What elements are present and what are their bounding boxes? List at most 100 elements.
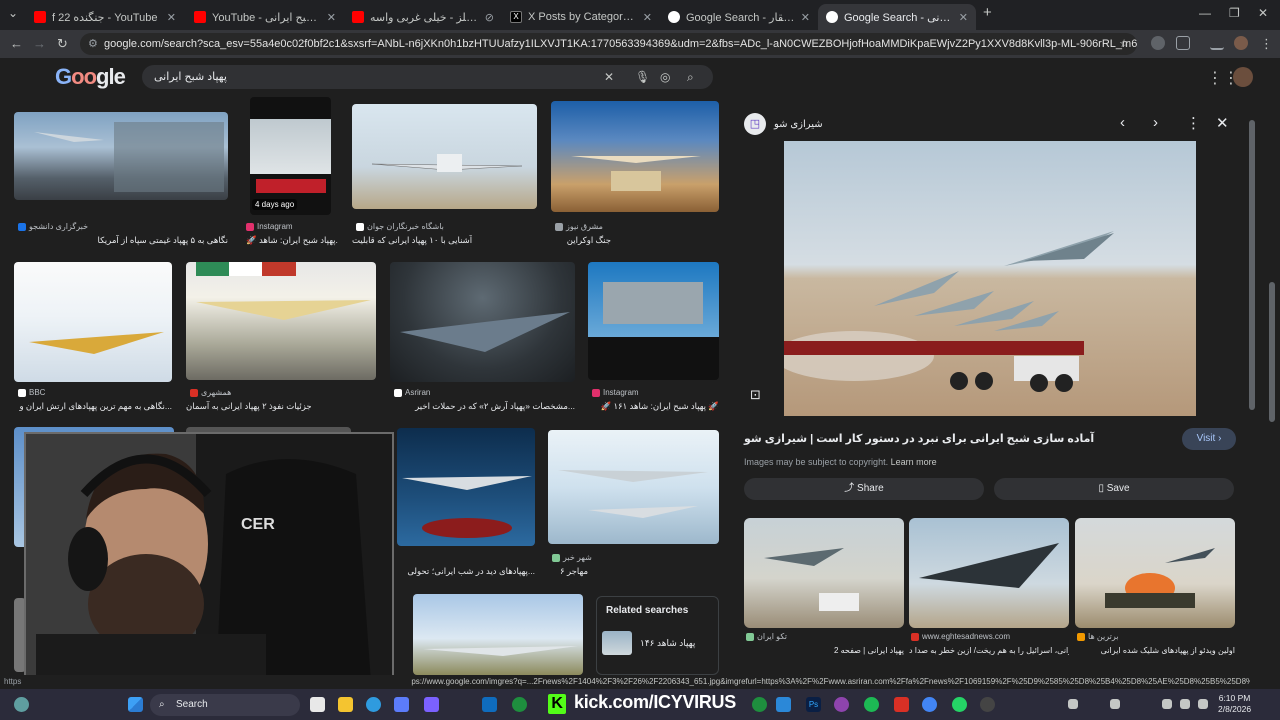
- preview-main-image[interactable]: [784, 141, 1196, 416]
- result-caption[interactable]: آشنایی با ۱۰ پهپاد ایرانی که قابلیت...: [352, 235, 472, 246]
- app-icon[interactable]: [834, 697, 849, 712]
- related-image[interactable]: [1075, 518, 1235, 628]
- clear-icon[interactable]: ✕: [604, 65, 614, 89]
- next-image-icon[interactable]: ›: [1153, 114, 1158, 131]
- tray-icon[interactable]: [1068, 699, 1078, 709]
- search-input[interactable]: پهپاد شبح ایرانی ✕ 🎙 ◎ ⌕: [142, 65, 713, 89]
- site-info-icon[interactable]: ⚙: [88, 33, 98, 55]
- result-image[interactable]: [14, 262, 172, 382]
- tray-icon[interactable]: [1110, 699, 1120, 709]
- extensions-icon[interactable]: [1176, 36, 1190, 50]
- result-caption[interactable]: جزئیات نفوذ ۲ پهپاد ایرانی به آسمان...: [186, 401, 311, 412]
- extension-shield-icon[interactable]: [1151, 36, 1165, 50]
- visual-search-icon[interactable]: ⊡: [750, 387, 761, 403]
- tab-youtube-f22[interactable]: f 22 جنگنده - YouTube ✕: [26, 4, 184, 30]
- result-image[interactable]: [186, 262, 376, 380]
- result-image[interactable]: [551, 101, 719, 212]
- system-clock[interactable]: 6:10 PM 2/8/2026: [1218, 693, 1251, 715]
- result-image[interactable]: [352, 104, 537, 209]
- edge-icon[interactable]: [366, 697, 381, 712]
- more-options-icon[interactable]: ⋮: [1186, 114, 1201, 132]
- result-caption[interactable]: مهاجر ۶: [548, 566, 588, 577]
- address-bar[interactable]: ⚙ google.com/search?sca_esv=55a4e0c02f0b…: [80, 33, 1137, 55]
- google-doodle-logo[interactable]: Google: [55, 64, 126, 90]
- taskbar-search[interactable]: ⌕ Search: [150, 694, 300, 716]
- result-caption[interactable]: نگاهی به مهم ترین پهپادهای ارتش ایران و.…: [14, 401, 172, 412]
- related-caption[interactable]: اولین ویدئو از پهپادهای شلیک شده ایرانی: [1075, 646, 1235, 655]
- result-caption[interactable]: نگاهی به ۵ پهپاد غیمتی سپاه از آمریکا: [14, 235, 228, 246]
- result-image[interactable]: 4 days ago: [250, 97, 331, 215]
- lens-icon[interactable]: ◎: [660, 65, 670, 89]
- related-caption[interactable]: پهپاد ایرانی | صفحه 2: [744, 646, 904, 655]
- result-caption[interactable]: 🚀 پهپاد شبح ایران: شاهد...: [246, 235, 338, 246]
- task-view-icon[interactable]: [310, 697, 325, 712]
- close-tab-icon[interactable]: ✕: [643, 11, 652, 24]
- photoshop-icon[interactable]: Ps: [806, 697, 821, 712]
- app-icon[interactable]: [894, 697, 909, 712]
- result-caption[interactable]: مشخصات «پهپاد آرش ۲» که در حملات اخیر...: [390, 401, 575, 412]
- preview-title[interactable]: آماده سازی شبح ایرانی برای نبرد در دستور…: [744, 432, 1094, 445]
- learn-more-link[interactable]: Learn more: [891, 457, 937, 467]
- previous-image-icon[interactable]: ‹: [1120, 114, 1125, 131]
- bookmark-star-icon[interactable]: ☆: [1119, 33, 1129, 55]
- battery-icon[interactable]: [1198, 699, 1208, 709]
- media-control-icon[interactable]: [1210, 36, 1224, 50]
- file-explorer-icon[interactable]: [338, 697, 353, 712]
- panel-scrollbar-thumb[interactable]: [1249, 120, 1255, 410]
- profile-avatar[interactable]: [1234, 36, 1248, 50]
- account-avatar[interactable]: [1233, 67, 1253, 87]
- vscode-icon[interactable]: [776, 697, 791, 712]
- result-image[interactable]: [548, 430, 719, 544]
- media-player-icon[interactable]: [980, 697, 995, 712]
- search-icon[interactable]: ⌕: [687, 65, 694, 89]
- tab-google-search-1[interactable]: Google Search - فایق ذوالفقار ✕: [660, 4, 818, 30]
- forward-icon[interactable]: →: [33, 36, 46, 51]
- share-button[interactable]: ⤴ Share: [744, 478, 984, 500]
- whatsapp-icon[interactable]: [952, 697, 967, 712]
- close-tab-icon[interactable]: ✕: [801, 11, 810, 24]
- new-tab-icon[interactable]: +: [983, 4, 992, 21]
- app-icon[interactable]: [394, 697, 409, 712]
- result-image[interactable]: [588, 262, 719, 380]
- mute-tab-icon[interactable]: ⊘: [485, 11, 494, 24]
- back-icon[interactable]: ←: [10, 36, 23, 51]
- reload-icon[interactable]: ↻: [57, 36, 68, 52]
- app-icon[interactable]: [424, 697, 439, 712]
- close-tab-icon[interactable]: ✕: [327, 11, 336, 24]
- result-caption[interactable]: پهپادهای دید در شب ایرانی؛ تحولی...: [397, 566, 535, 577]
- maximize-icon[interactable]: ❐: [1229, 6, 1240, 20]
- tab-youtube-little[interactable]: ایی لیتلز - خیلی غربی واسه ⊘: [344, 4, 502, 30]
- page-scrollbar[interactable]: [1268, 60, 1276, 675]
- related-caption[interactable]: پهپاد ایرانی، اسرائیل را به هم ریخت/ ازی…: [909, 646, 1069, 655]
- app-icon[interactable]: [864, 697, 879, 712]
- tab-search-icon[interactable]: ⌄: [8, 6, 18, 20]
- close-window-icon[interactable]: ✕: [1258, 6, 1268, 20]
- result-image[interactable]: [397, 428, 535, 546]
- app-icon[interactable]: [482, 697, 497, 712]
- preview-source[interactable]: ◳ شیرازی شو: [744, 113, 823, 135]
- result-image[interactable]: [413, 594, 583, 675]
- chrome-icon[interactable]: [922, 697, 937, 712]
- voice-search-icon[interactable]: 🎙: [635, 65, 650, 89]
- weather-widget-icon[interactable]: [14, 697, 29, 712]
- related-image[interactable]: [909, 518, 1069, 628]
- menu-kebab-icon[interactable]: ⋮: [1260, 36, 1273, 52]
- close-preview-icon[interactable]: ✕: [1216, 114, 1229, 132]
- result-caption[interactable]: 🚀 پهپاد شبح ایران: شاهد ۱۶۱ 🚀: [592, 401, 720, 412]
- result-caption[interactable]: جنگ اوکراین: [551, 235, 611, 246]
- tab-google-search-active[interactable]: Google Search - پهپاد شبح ایرانی ✕: [818, 4, 976, 30]
- minimize-icon[interactable]: —: [1199, 6, 1211, 20]
- wifi-icon[interactable]: [1162, 699, 1172, 709]
- related-image[interactable]: [744, 518, 904, 628]
- visit-button[interactable]: Visit ›: [1182, 428, 1236, 450]
- tab-youtube-shabah[interactable]: YouTube - پهپاد شبح ایرانی ✕: [186, 4, 344, 30]
- app-icon[interactable]: [752, 697, 767, 712]
- result-image[interactable]: [390, 262, 575, 382]
- close-tab-icon[interactable]: ✕: [167, 11, 176, 24]
- close-tab-icon[interactable]: ✕: [959, 11, 968, 24]
- tab-x-posts[interactable]: X X Posts by Category | Iran Mon ✕: [502, 4, 660, 30]
- scrollbar-thumb[interactable]: [1269, 282, 1275, 422]
- windows-start-icon[interactable]: [128, 697, 143, 712]
- related-search-item[interactable]: پهپاد شاهد ۱۴۶: [602, 631, 695, 655]
- app-icon[interactable]: [512, 697, 527, 712]
